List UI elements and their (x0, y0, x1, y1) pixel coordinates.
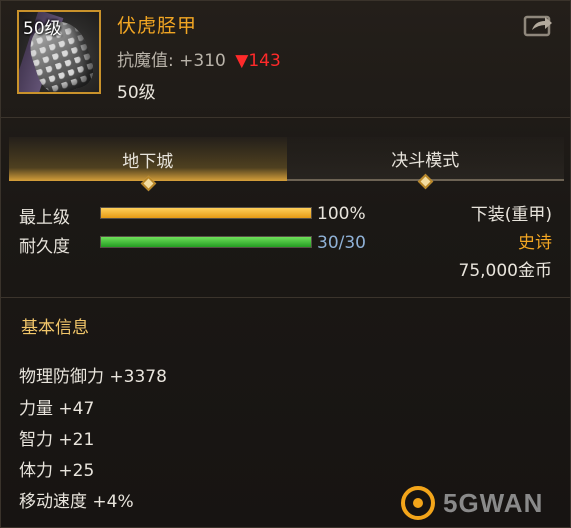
scale-greaves-icon: 50级 (17, 10, 101, 94)
5gwan-logo-icon (401, 486, 435, 520)
item-name: 伏虎胫甲 (117, 15, 198, 37)
item-slot: 下装(重甲) (470, 205, 552, 225)
resist-delta: ▼143 (235, 51, 281, 71)
diamond-icon (417, 173, 434, 190)
attribute-row: 移动速度 +4% (19, 492, 134, 512)
watermark: 5GWAN (401, 485, 561, 521)
tab-dungeon[interactable]: 地下城 (9, 137, 287, 192)
item-price: 75,000金币 (458, 261, 552, 281)
durability-bar-fill (101, 237, 311, 247)
durability-bar (100, 236, 312, 248)
mode-tabs: 地下城 决斗模式 (9, 137, 564, 192)
attribute-row: 智力 +21 (19, 430, 95, 450)
resist-value: +310 (179, 51, 226, 71)
share-arrow-icon[interactable] (523, 13, 553, 37)
attribute-row: 体力 +25 (19, 461, 95, 481)
tab-pvp[interactable]: 决斗模式 (286, 137, 564, 190)
tab-pvp-label: 决斗模式 (391, 150, 460, 171)
durability-label: 耐久度 (19, 237, 70, 257)
basic-info-title: 基本信息 (21, 318, 89, 338)
upgrade-value: 100% (317, 204, 366, 224)
resist-row: 抗魔值: +310 ▼143 (117, 46, 281, 71)
diamond-icon (140, 175, 157, 192)
item-level-badge: 50级 (23, 19, 62, 39)
watermark-text: 5GWAN (443, 487, 544, 518)
upgrade-label: 最上级 (19, 208, 70, 228)
item-rarity: 史诗 (518, 233, 552, 253)
item-level-text: 50级 (117, 83, 156, 103)
tab-dungeon-label: 地下城 (122, 151, 174, 172)
resist-label: 抗魔值: (117, 51, 174, 71)
section-divider (1, 297, 571, 298)
header-divider (1, 117, 571, 118)
upgrade-bar-fill (101, 208, 311, 218)
attribute-row: 物理防御力 +3378 (19, 367, 167, 387)
attribute-row: 力量 +47 (19, 399, 95, 419)
upgrade-bar (100, 207, 312, 219)
item-tooltip-panel: 50级 伏虎胫甲 抗魔值: +310 ▼143 50级 地下城 决斗模式 最上级… (0, 0, 571, 528)
durability-value: 30/30 (317, 233, 366, 253)
